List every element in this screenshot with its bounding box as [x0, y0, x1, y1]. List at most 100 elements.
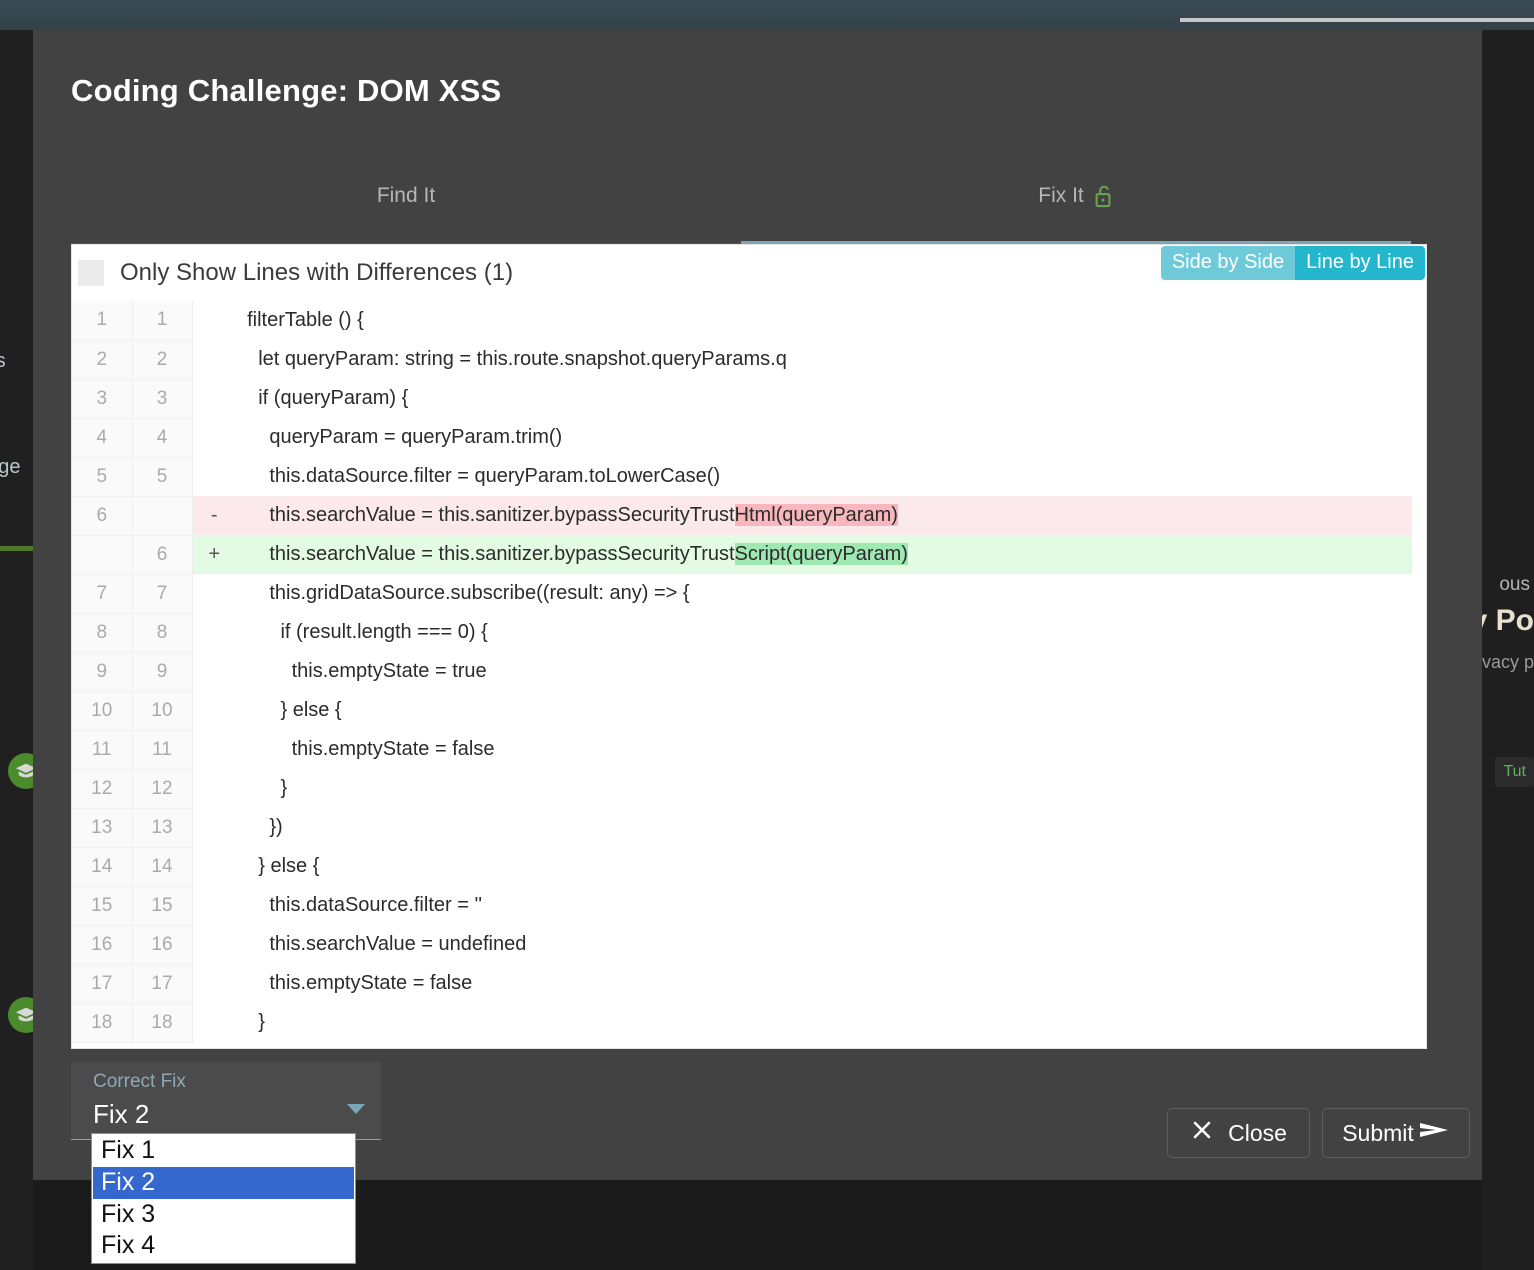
diff-marker [192, 652, 236, 691]
diff-line-number-right: 3 [132, 379, 193, 419]
diff-marker [192, 574, 236, 613]
correct-fix-select[interactable]: Correct Fix Fix 2 [71, 1062, 381, 1140]
diff-scroll-region[interactable]: 11 filterTable () {2 2 let queryParam: st… [72, 301, 1426, 1048]
diff-marker [192, 379, 236, 418]
diff-line-number-left: 16 [72, 925, 133, 965]
diff-highlight: am) [873, 543, 908, 565]
diff-marker [192, 886, 236, 925]
diff-marker: - [192, 496, 236, 535]
line-by-line-button[interactable]: Line by Line [1295, 246, 1425, 280]
diff-line-number-left: 7 [72, 574, 133, 614]
close-button-label: Close [1228, 1119, 1287, 1146]
diff-line-number-left: 13 [72, 808, 133, 848]
diff-row: 55 this.dataSource.filter = queryParam.t… [72, 457, 1426, 497]
diff-line-number-left: 14 [72, 847, 133, 887]
diff-marker [192, 964, 236, 1003]
diff-line-number-right: 1 [132, 301, 193, 341]
diff-row: 6 + this.searchValue = this.sanitizer.byp… [72, 535, 1426, 575]
diff-marker [192, 769, 236, 808]
background-text-rows: ows [0, 350, 6, 372]
diff-line-number-right: 13 [132, 808, 193, 848]
diff-marker [192, 340, 236, 379]
dropdown-option[interactable]: Fix 4 [93, 1230, 354, 1262]
diff-code-cell: this.dataSource.filter = '' [236, 894, 483, 916]
close-icon [1190, 1118, 1214, 1148]
dropdown-option[interactable]: Fix 1 [93, 1135, 354, 1167]
diff-line-number-left: 8 [72, 613, 133, 653]
diff-row: 10 10 } else { [72, 691, 1426, 731]
diff-line-number-right: 9 [132, 652, 193, 692]
tab-fix-it-label: Fix It [1038, 183, 1084, 207]
close-button[interactable]: Close [1167, 1108, 1310, 1158]
diff-line-number-left: 6 [72, 496, 133, 536]
diff-code-cell: this.gridDataSource.subscribe((result: a… [236, 582, 690, 604]
diff-code-cell: if (queryParam) { [236, 387, 409, 409]
only-differences-label: Only Show Lines with Differences (1) [120, 259, 514, 286]
background-right-eyebrow: ous [1499, 574, 1530, 595]
background-chip[interactable]: Tut [1495, 757, 1534, 787]
diff-row: 13 13 }) [72, 808, 1426, 848]
diff-text: this.searchValue = this.sanitizer.bypass… [236, 543, 735, 565]
diff-row: 33 if (queryParam) { [72, 379, 1426, 419]
correct-fix-dropdown-list[interactable]: Fix 1 Fix 2 Fix 3 Fix 4 [91, 1133, 356, 1264]
diff-line-number-left: 1 [72, 301, 133, 341]
dropdown-option[interactable]: Fix 2 [93, 1166, 354, 1199]
unlocked-padlock-icon [1092, 183, 1114, 209]
diff-code-cell: } else { [236, 699, 342, 721]
diff-line-number-right: 7 [132, 574, 193, 614]
diff-marker [192, 457, 236, 496]
diff-line-number-right: 15 [132, 886, 193, 926]
diff-line-number-right: 12 [132, 769, 193, 809]
diff-row: 11 filterTable () { [72, 301, 1426, 341]
diff-code-cell: let queryParam: string = this.route.snap… [236, 348, 787, 370]
diff-table: 11 filterTable () {2 2 let queryParam: st… [72, 301, 1426, 1043]
diff-line-number-right: 2 [132, 340, 193, 380]
send-arrow-icon [1418, 1118, 1450, 1148]
diff-line-number-right: 8 [132, 613, 193, 653]
diff-marker [192, 730, 236, 769]
diff-line-number-left: 10 [72, 691, 133, 731]
submit-button[interactable]: Submit [1322, 1108, 1470, 1158]
tab-fix-it[interactable]: Fix It [741, 152, 1411, 244]
diff-inner-scrollbar[interactable] [1412, 301, 1426, 1048]
side-by-side-button[interactable]: Side by Side [1160, 246, 1296, 280]
only-differences-checkbox[interactable] [78, 260, 104, 286]
diff-row: 99 this.emptyState = true [72, 652, 1426, 692]
coding-challenge-dialog: Coding Challenge: DOM XSS Find It Fix It… [33, 30, 1482, 1180]
tab-find-it-label: Find It [376, 183, 436, 207]
tab-find-it[interactable]: Find It [71, 152, 741, 243]
diff-code-cell: this.emptyState = true [236, 660, 487, 682]
diff-line-number-left: 12 [72, 769, 133, 809]
diff-code-cell: }) [236, 816, 283, 838]
diff-row: 6 - this.searchValue = this.sanitizer.byp… [72, 496, 1426, 536]
diff-marker [192, 301, 236, 340]
diff-text: this.searchValue = this.sanitizer.bypass… [236, 504, 735, 526]
diff-row: 17 17 this.emptyState = false [72, 964, 1426, 1004]
diff-line-number-right: 6 [132, 535, 193, 575]
diff-row: 88 if (result.length === 0) { [72, 613, 1426, 653]
diff-code-cell: } [236, 1011, 265, 1033]
correct-fix-label: Correct Fix [93, 1071, 186, 1092]
diff-marker [192, 613, 236, 652]
diff-marker [192, 808, 236, 847]
correct-fix-value: Fix 2 [93, 1098, 150, 1129]
diff-line-number-right: 17 [132, 964, 193, 1004]
diff-line-number-left: 2 [72, 340, 133, 380]
diff-code-cell: if (result.length === 0) { [236, 621, 488, 643]
page-title: Coding Challenge: DOM XSS [71, 73, 502, 108]
diff-row: 16 16 this.searchValue = undefined [72, 925, 1426, 965]
diff-row: 15 15 this.dataSource.filter = '' [72, 886, 1426, 926]
topbar-scrollbar-line[interactable] [1180, 18, 1534, 22]
diff-highlight: m) [874, 504, 898, 526]
chevron-down-icon[interactable] [347, 1104, 365, 1114]
diff-row: 44 queryParam = queryParam.trim() [72, 418, 1426, 458]
diff-row: 22 let queryParam: string = this.route.s… [72, 340, 1426, 380]
diff-line-number-left: 4 [72, 418, 133, 458]
dropdown-option[interactable]: Fix 3 [93, 1199, 354, 1231]
diff-row: 12 12 } [72, 769, 1426, 809]
diff-marker [192, 925, 236, 964]
diff-line-number-left: 9 [72, 652, 133, 692]
diff-marker: + [192, 535, 236, 574]
background-text-challenge: enge [0, 456, 21, 478]
view-mode-toggle: Side by Side Line by Line [1160, 246, 1425, 280]
